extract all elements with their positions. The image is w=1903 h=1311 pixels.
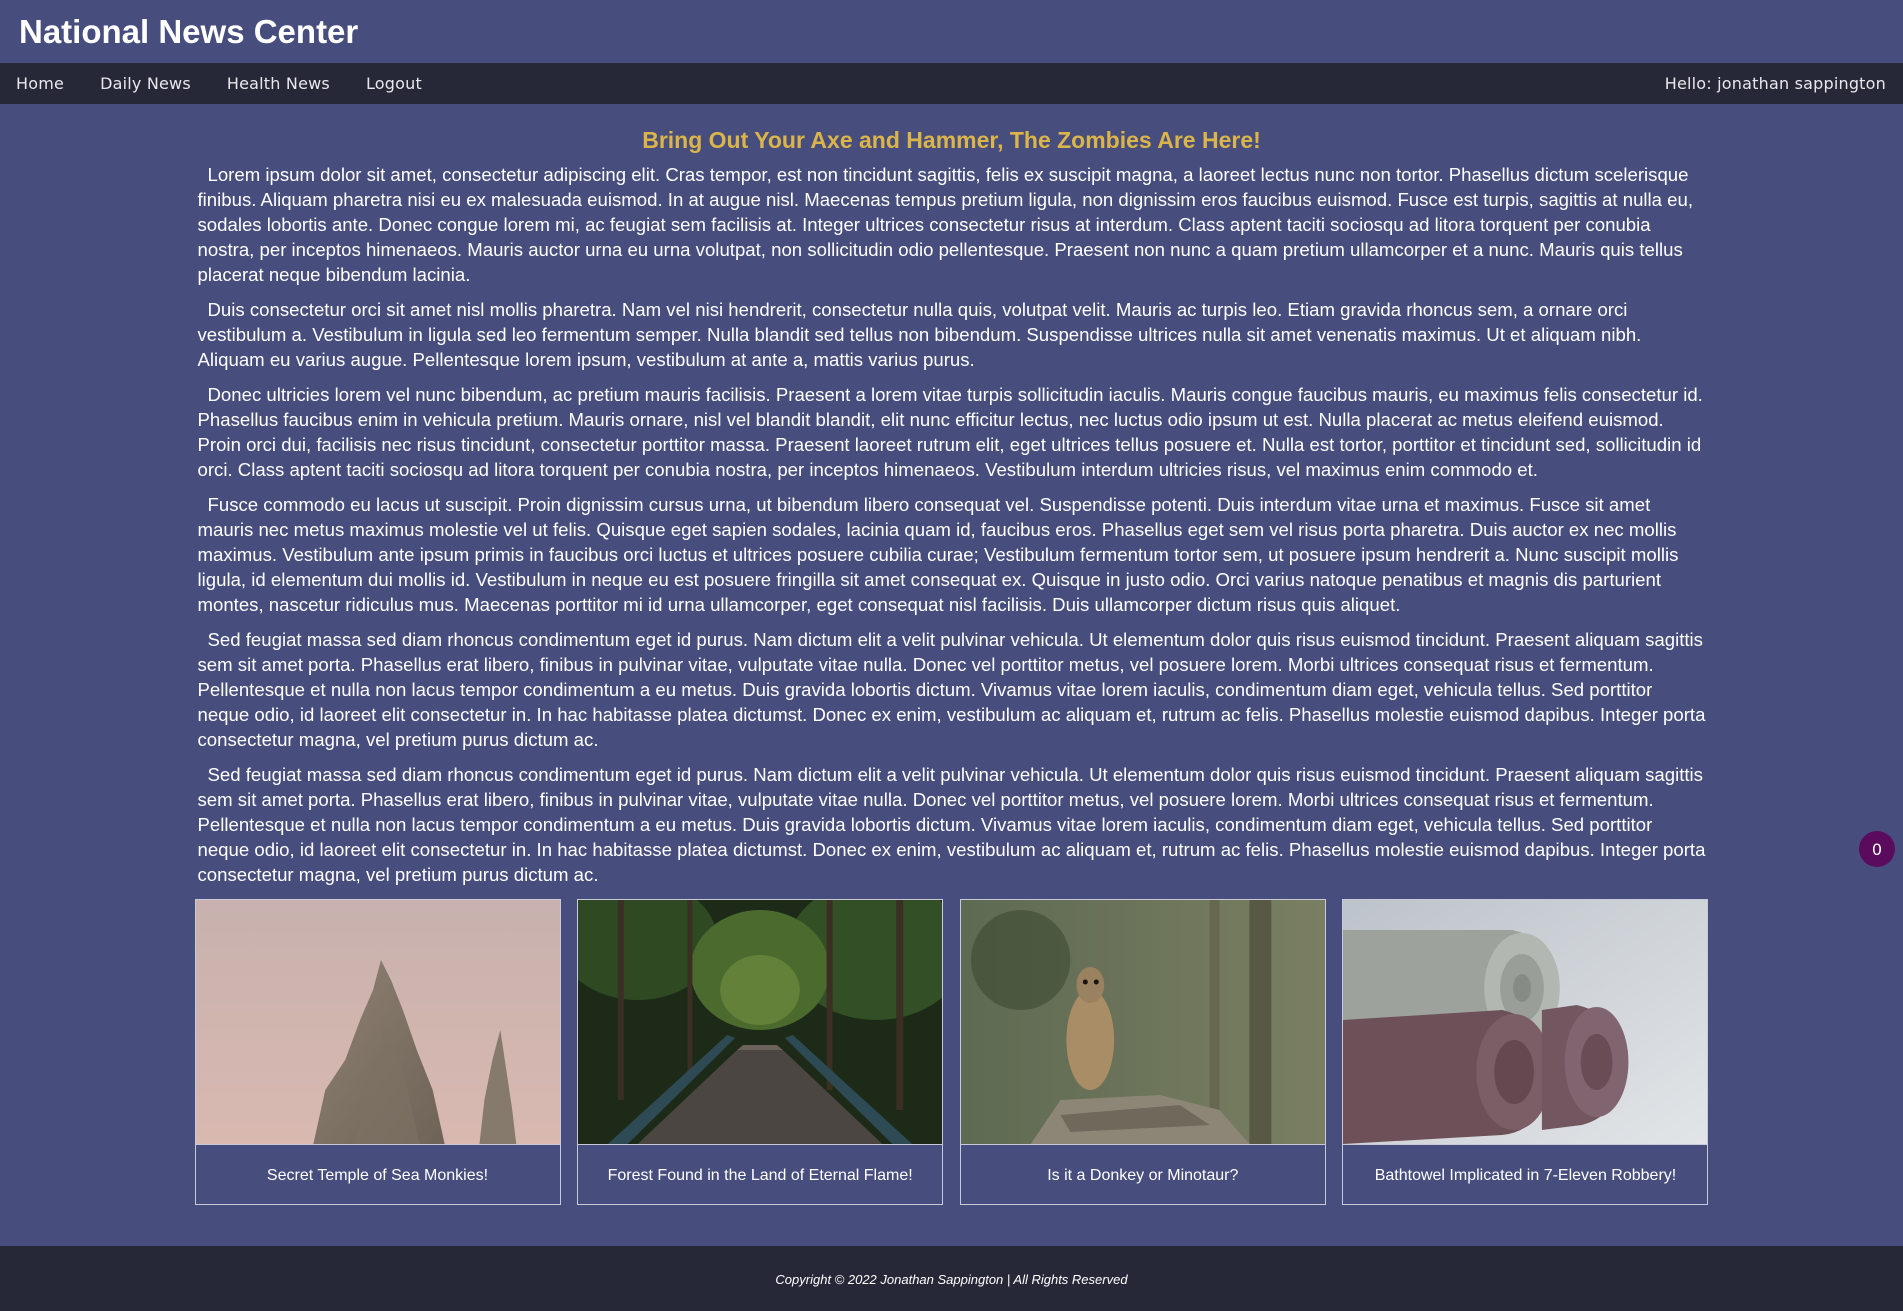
notification-badge[interactable]: 0: [1859, 831, 1895, 867]
news-card[interactable]: Is it a Donkey or Minotaur?: [959, 899, 1326, 1205]
news-card[interactable]: Bathtowel Implicated in 7-Eleven Robbery…: [1342, 899, 1709, 1205]
article-paragraph: Sed feugiat massa sed diam rhoncus condi…: [197, 764, 1706, 885]
user-greeting: Hello: jonathan sappington: [1664, 74, 1886, 93]
article-paragraph: Sed feugiat massa sed diam rhoncus condi…: [197, 629, 1706, 750]
nav-item-daily-news[interactable]: Daily News: [100, 74, 191, 93]
copyright-text: Copyright © 2022 Jonathan Sappington | A…: [775, 1272, 1128, 1287]
news-card[interactable]: Forest Found in the Land of Eternal Flam…: [577, 899, 944, 1205]
site-footer: Copyright © 2022 Jonathan Sappington | A…: [0, 1246, 1903, 1311]
article-paragraph: Lorem ipsum dolor sit amet, consectetur …: [197, 164, 1694, 285]
nav-item-logout[interactable]: Logout: [366, 74, 422, 93]
rock-spire-image[interactable]: [195, 900, 560, 1145]
news-card[interactable]: Secret Temple of Sea Monkies!: [194, 899, 561, 1205]
article-paragraph: Duis consectetur orci sit amet nisl moll…: [197, 299, 1642, 370]
meerkat-image[interactable]: [960, 900, 1325, 1145]
card-caption[interactable]: Is it a Donkey or Minotaur?: [961, 1145, 1325, 1204]
rolled-towels-image[interactable]: [1343, 900, 1708, 1145]
article-title: Bring Out Your Axe and Hammer, The Zombi…: [642, 127, 1261, 153]
news-cards: Secret Temple of Sea Monkies! Forest Fou…: [194, 899, 1709, 1205]
site-title: National News Center: [19, 12, 359, 50]
nav-item-home[interactable]: Home: [16, 74, 64, 93]
card-caption[interactable]: Forest Found in the Land of Eternal Flam…: [578, 1145, 942, 1204]
article-paragraph: Donec ultricies lorem vel nunc bibendum,…: [197, 384, 1703, 480]
card-caption[interactable]: Bathtowel Implicated in 7-Eleven Robbery…: [1343, 1145, 1707, 1204]
card-caption[interactable]: Secret Temple of Sea Monkies!: [196, 1145, 560, 1204]
article-main: Bring Out Your Axe and Hammer, The Zombi…: [194, 104, 1709, 1205]
nav-item-health-news[interactable]: Health News: [227, 74, 330, 93]
forest-bridge-image[interactable]: [578, 900, 943, 1145]
nav-links: Home Daily News Health News Logout: [0, 74, 458, 93]
article-paragraph: Fusce commodo eu lacus ut suscipit. Proi…: [197, 494, 1679, 615]
nav-bar: Home Daily News Health News Logout Hello…: [0, 63, 1903, 104]
site-header: National News Center: [0, 0, 1903, 63]
